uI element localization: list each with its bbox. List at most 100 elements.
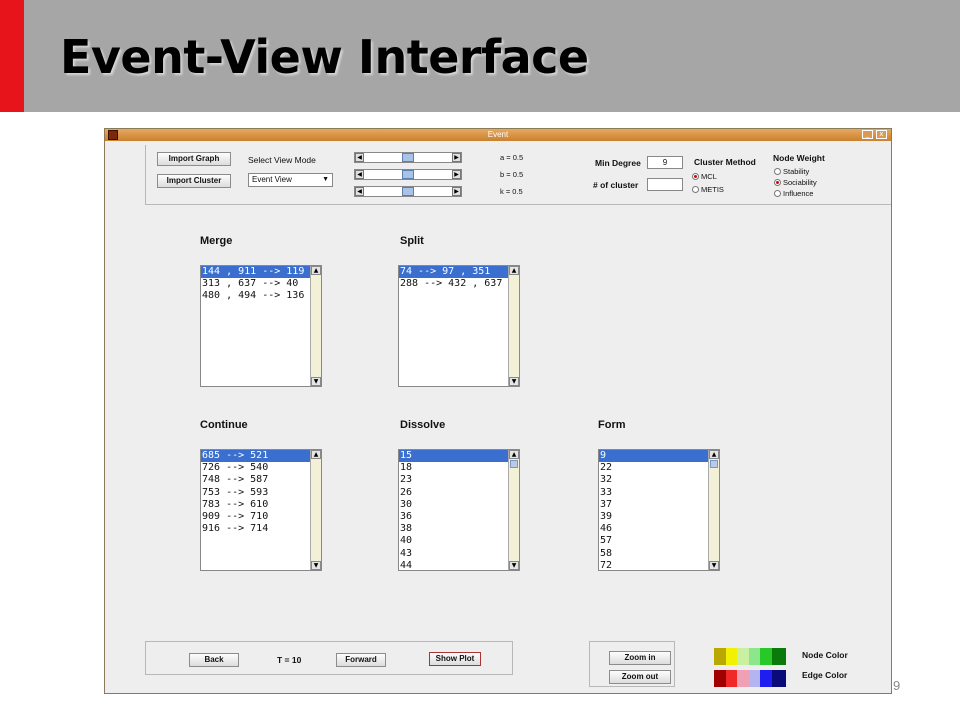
list-item[interactable]: 313 , 637 --> 40 [201, 278, 311, 290]
min-degree-field[interactable]: 9 [647, 156, 683, 169]
list-item[interactable]: 144 , 911 --> 119 [201, 266, 311, 279]
scroll-thumb[interactable] [710, 460, 718, 468]
split-list[interactable]: 74 --> 97 , 351 288 --> 432 , 637 ▲ ▼ [398, 265, 520, 387]
scroll-down-icon[interactable]: ▼ [709, 561, 719, 570]
event-window: Event _ x Import Graph Import Cluster Se… [104, 128, 892, 694]
list-item[interactable]: 748 --> 587 [201, 474, 311, 486]
node-color-label: Node Color [802, 650, 848, 660]
radio-influence[interactable]: Influence [774, 189, 813, 198]
list-item[interactable]: 57 [599, 535, 709, 547]
radio-metis[interactable]: METIS [692, 185, 724, 194]
list-item[interactable]: 916 --> 714 [201, 523, 311, 535]
window-titlebar[interactable]: Event _ x [105, 129, 891, 141]
scrollbar[interactable]: ▲ ▼ [508, 266, 519, 386]
radio-sociability[interactable]: Sociability [774, 178, 817, 187]
form-list[interactable]: 9 22 32 33 37 39 46 57 58 72 ▲ ▼ [598, 449, 720, 571]
scroll-up-icon[interactable]: ▲ [311, 266, 321, 275]
slider-k-label: k = 0.5 [500, 187, 523, 196]
import-graph-button[interactable]: Import Graph [157, 152, 231, 166]
slider-left-arrow-icon[interactable]: ◀ [355, 187, 364, 196]
forward-button[interactable]: Forward [336, 653, 386, 667]
radio-stability[interactable]: Stability [774, 167, 809, 176]
list-item[interactable]: 40 [399, 535, 509, 547]
list-item[interactable]: 909 --> 710 [201, 511, 311, 523]
minimize-icon[interactable]: _ [862, 130, 873, 139]
slider-right-arrow-icon[interactable]: ▶ [452, 187, 461, 196]
list-item[interactable]: 30 [399, 499, 509, 511]
radio-sociability-label: Sociability [783, 178, 817, 187]
list-item[interactable]: 74 --> 97 , 351 [399, 266, 509, 279]
scroll-down-icon[interactable]: ▼ [311, 377, 321, 386]
slider-a[interactable]: ◀ ▶ [354, 152, 462, 163]
slider-thumb[interactable] [402, 170, 414, 179]
close-icon[interactable]: x [876, 130, 887, 139]
scroll-up-icon[interactable]: ▲ [311, 450, 321, 459]
show-plot-button[interactable]: Show Plot [429, 652, 481, 666]
scroll-down-icon[interactable]: ▼ [509, 377, 519, 386]
list-item[interactable]: 753 --> 593 [201, 487, 311, 499]
radio-mcl[interactable]: MCL [692, 172, 717, 181]
radio-selected-icon [774, 179, 781, 186]
slider-left-arrow-icon[interactable]: ◀ [355, 170, 364, 179]
radio-unselected-icon [774, 190, 781, 197]
list-item[interactable]: 39 [599, 511, 709, 523]
list-item[interactable]: 288 --> 432 , 637 [399, 278, 509, 290]
scroll-up-icon[interactable]: ▲ [509, 450, 519, 459]
scrollbar[interactable]: ▲ ▼ [310, 450, 321, 570]
form-title: Form [598, 419, 626, 431]
list-item[interactable]: 46 [599, 523, 709, 535]
scrollbar[interactable]: ▲ ▼ [508, 450, 519, 570]
num-cluster-field[interactable] [647, 178, 683, 191]
slider-k[interactable]: ◀ ▶ [354, 186, 462, 197]
zoom-out-button[interactable]: Zoom out [609, 670, 671, 684]
view-mode-select[interactable]: Event View ▼ [248, 173, 333, 187]
list-item[interactable]: 18 [399, 462, 509, 474]
scrollbar[interactable]: ▲ ▼ [708, 450, 719, 570]
list-item[interactable]: 43 [399, 548, 509, 560]
list-item[interactable]: 33 [599, 487, 709, 499]
list-item[interactable]: 685 --> 521 [201, 450, 311, 463]
merge-list[interactable]: 144 , 911 --> 119 313 , 637 --> 40 480 , 4… [200, 265, 322, 387]
node-color-swatch[interactable] [771, 648, 786, 665]
list-item[interactable]: 23 [399, 474, 509, 486]
list-item[interactable]: 32 [599, 474, 709, 486]
edge-color-swatch[interactable] [771, 670, 786, 687]
scroll-up-icon[interactable]: ▲ [509, 266, 519, 275]
merge-title: Merge [200, 235, 233, 247]
list-item[interactable]: 44 [399, 560, 509, 570]
list-item[interactable]: 15 [399, 450, 509, 463]
slider-thumb[interactable] [402, 153, 414, 162]
slider-right-arrow-icon[interactable]: ▶ [452, 170, 461, 179]
dissolve-list[interactable]: 15 18 23 26 30 36 38 40 43 44 ▲ ▼ [398, 449, 520, 571]
merge-items: 144 , 911 --> 119 313 , 637 --> 40 480 , 4… [201, 266, 311, 303]
list-item[interactable]: 22 [599, 462, 709, 474]
list-item[interactable]: 726 --> 540 [201, 462, 311, 474]
list-item[interactable]: 480 , 494 --> 136 [201, 290, 311, 302]
slider-b-label: b = 0.5 [500, 170, 524, 179]
continue-items: 685 --> 521 726 --> 540 748 --> 587 753 -->… [201, 450, 311, 535]
list-item[interactable]: 9 [599, 450, 709, 463]
slider-right-arrow-icon[interactable]: ▶ [452, 153, 461, 162]
list-item[interactable]: 36 [399, 511, 509, 523]
list-item[interactable]: 38 [399, 523, 509, 535]
dissolve-items: 15 18 23 26 30 36 38 40 43 44 [399, 450, 509, 570]
list-item[interactable]: 72 [599, 560, 709, 570]
list-item[interactable]: 26 [399, 487, 509, 499]
back-button[interactable]: Back [189, 653, 239, 667]
slider-b[interactable]: ◀ ▶ [354, 169, 462, 180]
split-items: 74 --> 97 , 351 288 --> 432 , 637 [399, 266, 509, 290]
zoom-in-button[interactable]: Zoom in [609, 651, 671, 665]
scroll-down-icon[interactable]: ▼ [509, 561, 519, 570]
scroll-thumb[interactable] [510, 460, 518, 468]
continue-list[interactable]: 685 --> 521 726 --> 540 748 --> 587 753 -->… [200, 449, 322, 571]
slider-thumb[interactable] [402, 187, 414, 196]
import-cluster-button[interactable]: Import Cluster [157, 174, 231, 188]
num-cluster-label: # of cluster [593, 180, 639, 190]
list-item[interactable]: 58 [599, 548, 709, 560]
list-item[interactable]: 783 --> 610 [201, 499, 311, 511]
slider-left-arrow-icon[interactable]: ◀ [355, 153, 364, 162]
scrollbar[interactable]: ▲ ▼ [310, 266, 321, 386]
scroll-down-icon[interactable]: ▼ [311, 561, 321, 570]
list-item[interactable]: 37 [599, 499, 709, 511]
scroll-up-icon[interactable]: ▲ [709, 450, 719, 459]
